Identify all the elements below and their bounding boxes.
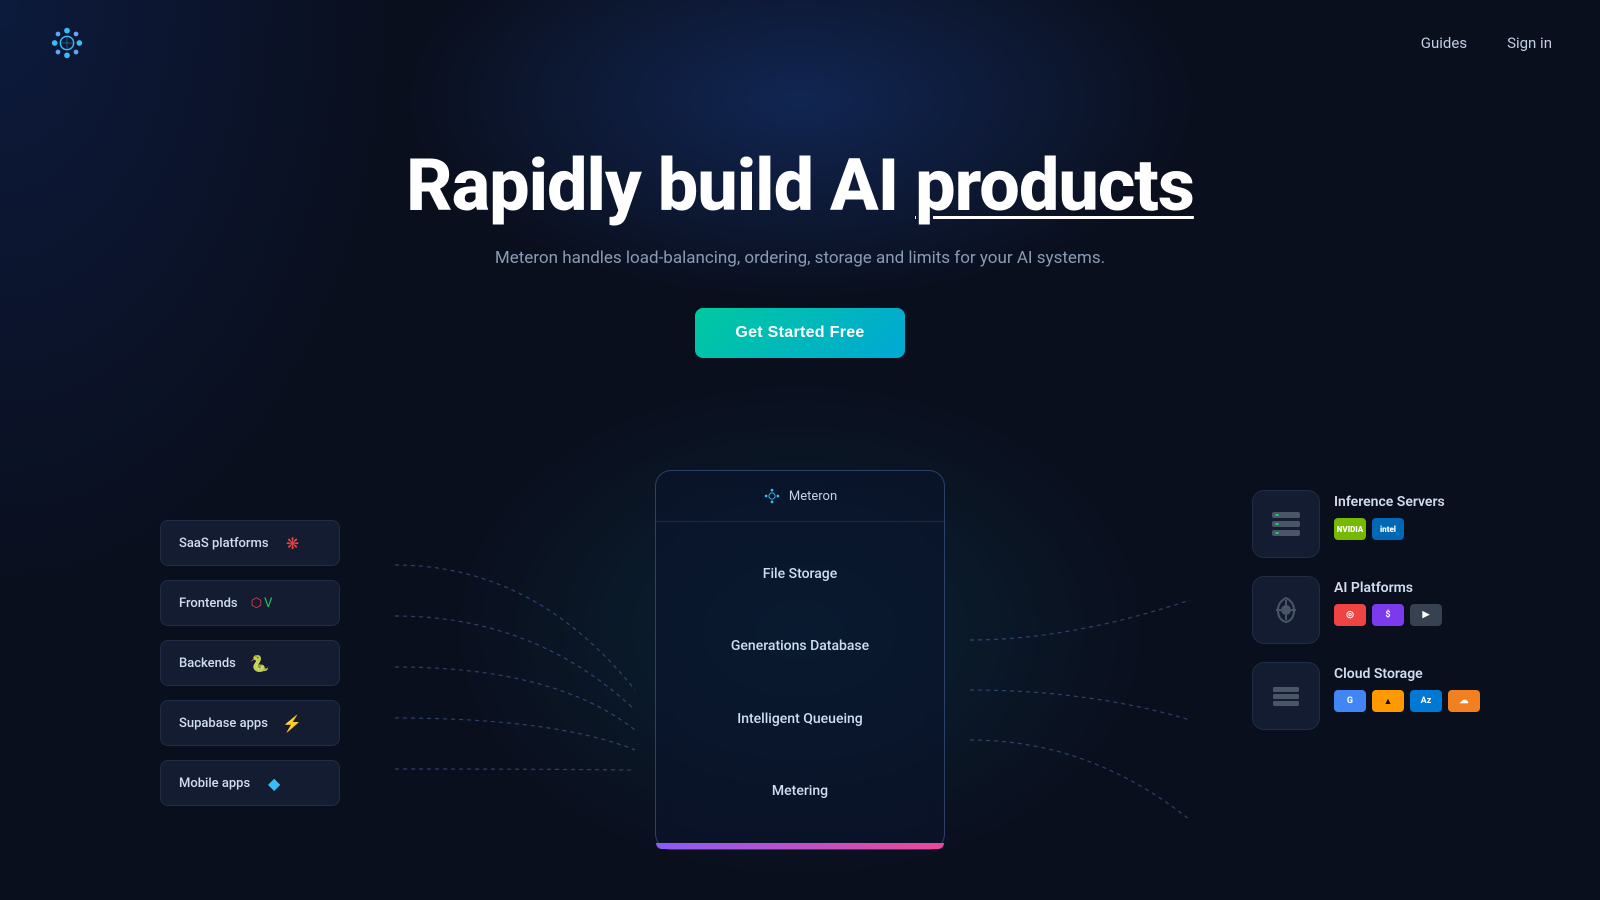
left-item-backends: Backends 🐍 xyxy=(160,640,340,686)
center-item-metering: Metering xyxy=(676,775,924,807)
logo xyxy=(48,24,86,62)
signin-link[interactable]: Sign in xyxy=(1507,34,1552,52)
guides-link[interactable]: Guides xyxy=(1421,34,1467,52)
left-item-saas: SaaS platforms ❋ xyxy=(160,520,340,566)
other-ai-badge: ▶ xyxy=(1410,604,1442,626)
cloud-storage-title: Cloud Storage xyxy=(1334,666,1480,682)
right-cards: Inference Servers NVIDIA intel AI Platfo… xyxy=(1252,490,1480,730)
openai-badge: ◎ xyxy=(1334,604,1366,626)
inference-title: Inference Servers xyxy=(1334,494,1445,510)
cloud-storage-info: Cloud Storage G ▲ Az ☁ xyxy=(1334,662,1480,712)
left-item-mobile: Mobile apps ◆ xyxy=(160,760,340,806)
saas-icon: ❋ xyxy=(281,531,305,555)
aws-badge: ▲ xyxy=(1372,690,1404,712)
left-item-supabase: Supabase apps ⚡ xyxy=(160,700,340,746)
ai-platforms-title: AI Platforms xyxy=(1334,580,1442,596)
hero-title-part1: Rapidly build AI xyxy=(406,143,915,228)
cf-badge: ☁ xyxy=(1448,690,1480,712)
left-items: SaaS platforms ❋ Frontends ⬡ V Backends … xyxy=(160,520,340,806)
hero-title: Rapidly build AI products xyxy=(0,146,1600,225)
center-item-generations-db: Generations Database xyxy=(676,630,924,662)
right-card-cloud-storage: Cloud Storage G ▲ Az ☁ xyxy=(1252,662,1480,730)
anthropic-badge: $ xyxy=(1372,604,1404,626)
center-item-queueing: Intelligent Queueing xyxy=(676,703,924,735)
center-box-header: Meteron xyxy=(656,471,944,522)
hero-title-part2: products xyxy=(915,143,1194,228)
mobile-icon: ◆ xyxy=(262,771,286,795)
ai-platforms-icon-box xyxy=(1252,576,1320,644)
inference-icon-box xyxy=(1252,490,1320,558)
inference-logos: NVIDIA intel xyxy=(1334,518,1445,540)
left-item-frontends-label: Frontends xyxy=(179,596,238,611)
logo-icon xyxy=(48,24,86,62)
left-item-mobile-label: Mobile apps xyxy=(179,776,250,791)
left-item-supabase-label: Supabase apps xyxy=(179,716,268,731)
inference-info: Inference Servers NVIDIA intel xyxy=(1334,490,1445,540)
gcp-badge: G xyxy=(1334,690,1366,712)
right-card-inference: Inference Servers NVIDIA intel xyxy=(1252,490,1480,558)
cta-button[interactable]: Get Started Free xyxy=(695,308,904,358)
left-connectors-svg xyxy=(355,510,685,870)
diagram-area: SaaS platforms ❋ Frontends ⬡ V Backends … xyxy=(0,470,1600,900)
nvidia-badge: NVIDIA xyxy=(1334,518,1366,540)
ai-platforms-info: AI Platforms ◎ $ ▶ xyxy=(1334,576,1442,626)
cloud-storage-icon-box xyxy=(1252,662,1320,730)
backends-icon: 🐍 xyxy=(248,651,272,675)
nav-links: Guides Sign in xyxy=(1421,34,1552,52)
intel-badge: intel xyxy=(1372,518,1404,540)
ai-platforms-logos: ◎ $ ▶ xyxy=(1334,604,1442,626)
center-item-file-storage: File Storage xyxy=(676,558,924,590)
cloud-storage-logos: G ▲ Az ☁ xyxy=(1334,690,1480,712)
supabase-icon: ⚡ xyxy=(280,711,304,735)
center-box: Meteron File Storage Generations Databas… xyxy=(655,470,945,850)
navbar: Guides Sign in xyxy=(0,0,1600,86)
center-items: File Storage Generations Database Intell… xyxy=(656,522,944,843)
center-header-label: Meteron xyxy=(789,489,837,504)
left-item-frontends: Frontends ⬡ V xyxy=(160,580,340,626)
left-item-saas-label: SaaS platforms xyxy=(179,536,269,551)
frontends-icon: ⬡ V xyxy=(250,591,274,615)
right-connectors-svg xyxy=(970,520,1280,880)
hero-subtitle: Meteron handles load-balancing, ordering… xyxy=(0,245,1600,272)
right-card-ai-platforms: AI Platforms ◎ $ ▶ xyxy=(1252,576,1480,644)
hero-section: Rapidly build AI products Meteron handle… xyxy=(0,86,1600,358)
center-box-bottom-bar xyxy=(656,843,944,849)
azure-badge: Az xyxy=(1410,690,1442,712)
left-item-backends-label: Backends xyxy=(179,656,236,671)
